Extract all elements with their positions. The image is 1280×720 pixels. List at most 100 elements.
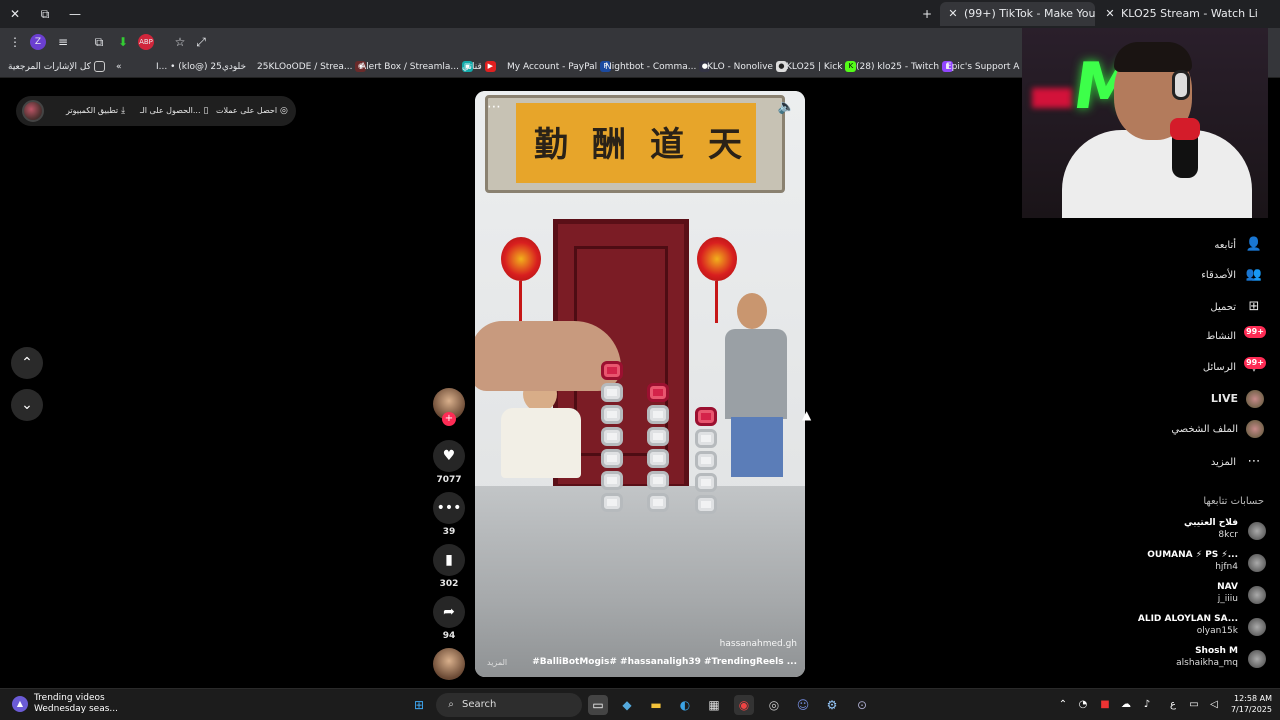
followed-account[interactable]: NAV j_iiiu	[1086, 582, 1266, 610]
taskbar-search[interactable]: ⌕ Search	[436, 693, 582, 717]
tab-title: (99+) TikTok - Make Your Da	[964, 7, 1095, 20]
tray-cloud-icon[interactable]: ☁	[1117, 695, 1135, 715]
followed-account[interactable]: Shosh M alshaikha_mq	[1086, 646, 1266, 674]
task-view-icon[interactable]: ▭	[588, 695, 608, 715]
windows-start-icon[interactable]: ⊞	[409, 695, 429, 715]
screenshot-icon[interactable]: ⤢	[192, 33, 210, 51]
desktop-app-link[interactable]: تطبيق الكمبيوتر ⤓	[66, 96, 125, 126]
see-more-link[interactable]: المزيد	[487, 658, 507, 667]
bookmark-label: كل الإشارات المرجعية	[8, 62, 91, 72]
volume-icon[interactable]: 🔈	[778, 99, 795, 115]
bookmark-alertbox[interactable]: Alert Box / Streamla... ▣	[360, 59, 476, 75]
nut	[647, 471, 669, 490]
adblock-icon[interactable]: ABP	[138, 34, 154, 50]
bookmark-kick[interactable]: KLO25 | Kick K	[786, 59, 859, 75]
sidebar-item-profile[interactable]: الملف الشخصي	[1171, 418, 1264, 442]
chevron-down-icon: ⌄	[21, 397, 33, 413]
microphone-icon[interactable]: ♪	[1138, 695, 1156, 715]
friends-icon: 👥	[1245, 267, 1263, 282]
previous-video-button[interactable]: ⌃	[11, 347, 43, 379]
system-clock[interactable]: 12:58 AM 7/17/2025	[1228, 693, 1272, 715]
sidebar-item-label: النشاط	[1205, 331, 1236, 342]
close-tab-icon[interactable]: ✕	[1103, 2, 1117, 26]
bookmark-star-icon[interactable]: ☆	[171, 33, 189, 51]
sidebar-item-upload[interactable]: تحميل ⊞	[1210, 295, 1264, 319]
bookmark-nightbot[interactable]: Nightbot - Comma... ●	[605, 59, 713, 75]
video-hashtags[interactable]: #BalliBotMogis# #hassanaligh39 #Trending…	[532, 657, 797, 667]
followed-account[interactable]: ALID ALOYLAN SA... olyan15k	[1086, 614, 1266, 642]
tab-tiktok[interactable]: ✕ (99+) TikTok - Make Your Da	[940, 2, 1095, 26]
sound-avatar[interactable]	[433, 648, 465, 680]
close-window-icon[interactable]: ✕	[6, 5, 24, 23]
get-coins-link[interactable]: احصل على عملات ◎	[216, 96, 288, 126]
bookmark-twitch[interactable]: (28) klo25 - Twitch ▮	[856, 59, 956, 75]
video-options-icon[interactable]: ⋯	[487, 99, 501, 115]
share-button[interactable]: ➦	[433, 596, 465, 628]
restore-window-icon[interactable]: ⧉	[36, 5, 54, 23]
red-nut	[647, 383, 669, 402]
followed-account[interactable]: فلاح العتيبي 8kcr	[1086, 518, 1266, 546]
chrome-icon[interactable]: ◉	[734, 695, 754, 715]
comment-button[interactable]: •••	[433, 492, 465, 524]
sidebar-item-label: الأصدقاء	[1201, 270, 1236, 281]
bookmark-instagram[interactable]: I... • (klo@) خلودي25◎	[156, 59, 246, 75]
video-author[interactable]: hassanahmed.gh	[720, 639, 797, 649]
nut	[647, 405, 669, 424]
bookmark-all[interactable]: كل الإشارات المرجعية	[8, 59, 108, 75]
tray-app-icon[interactable]: ◔	[1074, 695, 1092, 715]
bookmark-nonolive[interactable]: KLO - Nonolive ●	[707, 59, 790, 75]
avatar[interactable]	[22, 100, 44, 122]
streamer-shirt	[1062, 130, 1252, 218]
close-tab-icon[interactable]: ✕	[946, 2, 960, 26]
sidebar-item-more[interactable]: المزيد ⋯	[1211, 450, 1264, 474]
file-explorer-icon[interactable]: ▬	[646, 695, 666, 715]
discord-icon[interactable]: ☺	[793, 695, 813, 715]
nut	[647, 427, 669, 446]
account-name: OUMANA ⚡ PS ⚡...	[1147, 550, 1238, 560]
obs-icon[interactable]: ◎	[764, 695, 784, 715]
phone-icon: ▯	[203, 106, 209, 116]
menu-kebab-icon[interactable]: ⋮	[6, 33, 24, 51]
profile-icon[interactable]: Z	[30, 34, 46, 50]
bookmark-paypal[interactable]: My Account - PayPal P	[507, 59, 614, 75]
like-button[interactable]: ♥	[433, 440, 465, 472]
get-app-link[interactable]: الحصول على الـ... ▯	[140, 96, 208, 126]
banner-panel: 天 道 酬 勤	[516, 103, 756, 183]
top-actions-pill: تطبيق الكمبيوتر ⤓ الحصول على الـ... ▯ احصل…	[16, 96, 296, 126]
copilot-icon[interactable]: ◆	[617, 695, 637, 715]
tab-kick[interactable]: ✕ KLO25 Stream - Watch Live on	[1097, 2, 1257, 26]
volume-icon[interactable]: ◁	[1205, 695, 1223, 715]
followed-account[interactable]: OUMANA ⚡ PS ⚡... hjfn4	[1086, 550, 1266, 578]
language-indicator[interactable]: ع	[1164, 695, 1182, 715]
tray-overflow-icon[interactable]: ⌃	[1054, 695, 1072, 715]
save-button[interactable]: ▮	[433, 544, 465, 576]
app-icon[interactable]: ⊙	[852, 695, 872, 715]
follow-plus-icon[interactable]: +	[442, 412, 456, 426]
child	[497, 376, 587, 486]
network-icon[interactable]: ▭	[1185, 695, 1203, 715]
steam-icon[interactable]: ⚙	[822, 695, 842, 715]
tray-red-icon[interactable]: ■	[1096, 695, 1114, 715]
tab-title: KLO25 Stream - Watch Live on	[1121, 7, 1257, 20]
bookmark-youtube[interactable]: قناتي ▶	[462, 59, 499, 75]
sidebar-item-live[interactable]: LIVE	[1211, 387, 1264, 411]
kick-icon: K	[845, 61, 857, 72]
bookmark-streamlabs[interactable]: 25KLOoODE / Strea... ◉	[257, 59, 369, 75]
video-scene-wall: 天 道 酬 勤	[475, 91, 805, 511]
minimize-window-icon[interactable]: —	[66, 5, 84, 23]
account-handle: 8kcr	[1218, 530, 1238, 540]
following-accounts-title: حسابات تتابعها	[1203, 496, 1264, 507]
sidebar-item-friends[interactable]: الأصدقاء 👥	[1201, 263, 1264, 287]
folder-icon	[93, 61, 105, 72]
store-icon[interactable]: ▦	[704, 695, 724, 715]
nut	[695, 473, 717, 492]
edge-icon[interactable]: ◐	[675, 695, 695, 715]
reading-list-icon[interactable]: ≡	[54, 33, 72, 51]
new-tab-icon[interactable]: +	[918, 5, 936, 23]
sidebar-item-following[interactable]: أتابعه 👤	[1214, 233, 1264, 257]
video-player[interactable]: 天 道 酬 勤 ⋯ 🔈 hassanahmed.gh #BalliBotMogi…	[475, 91, 805, 677]
next-video-button[interactable]: ⌄	[11, 389, 43, 421]
download-extension-icon[interactable]: ⬇	[114, 33, 132, 51]
bookmarks-overflow-icon[interactable]: «	[116, 59, 122, 75]
extensions-icon[interactable]: ⧉	[90, 33, 108, 51]
